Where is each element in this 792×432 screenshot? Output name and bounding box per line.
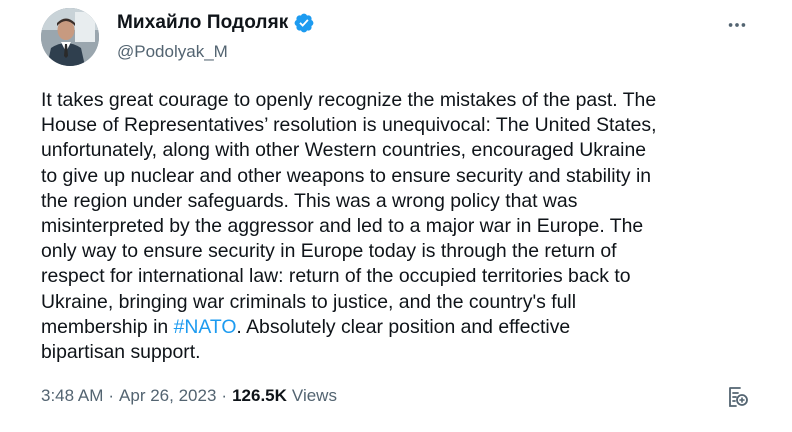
tweet-text-line-with-hashtag: membership in #NATO. Absolutely clear po… — [41, 315, 766, 340]
more-button[interactable] — [722, 10, 752, 40]
avatar[interactable] — [41, 8, 99, 66]
tweet-text-line: to give up nuclear and other weapons to … — [41, 164, 652, 187]
views-count: 126.5K — [232, 386, 287, 405]
name-row: Михайло Подоляк — [117, 12, 315, 34]
community-notes-icon — [729, 387, 748, 407]
tweet-text-line: Ukraine, bringing war criminals to justi… — [41, 290, 577, 313]
tweet-meta: 3:48 AM · Apr 26, 2023 · 126.5K Views — [41, 386, 337, 406]
hashtag-link[interactable]: #NATO — [174, 316, 237, 338]
community-notes-button[interactable] — [722, 382, 752, 412]
tweet-text-segment: . Absolutely clear position and effectiv… — [236, 315, 571, 338]
more-dots-icon — [728, 23, 746, 27]
tweet-text: It takes great courage to openly recogni… — [41, 88, 766, 365]
meta-separator: · — [108, 386, 115, 405]
meta-separator: · — [221, 386, 228, 405]
tweet-text-line: unfortunately, along with other Western … — [41, 139, 647, 162]
tweet-time-link[interactable]: 3:48 AM — [41, 386, 103, 406]
tweet-text-line: misinterpreted by the aggressor and led … — [41, 215, 644, 238]
display-name[interactable]: Михайло Подоляк — [117, 12, 288, 34]
tweet-text-segment: membership in — [41, 315, 174, 338]
tweet-card: Михайло Подоляк @Podolyak_M It takes gre… — [0, 0, 792, 432]
tweet-text-line: House of Representatives’ resolution is … — [41, 114, 657, 137]
handle[interactable]: @Podolyak_M — [117, 42, 228, 62]
tweet-text-line: It takes great courage to openly recogni… — [41, 89, 657, 111]
avatar-image — [41, 8, 99, 66]
tweet-text-line: only way to ensure security in Europe to… — [41, 240, 617, 263]
tweet-text-line: bipartisan support. — [41, 341, 201, 364]
tweet-text-line: the region under safeguards. This was a … — [41, 189, 578, 212]
tweet-text-line: respect for international law: return of… — [41, 265, 631, 288]
verified-badge-icon — [293, 12, 315, 34]
tweet-date-link[interactable]: Apr 26, 2023 — [119, 386, 216, 406]
views-label: Views — [291, 386, 337, 405]
